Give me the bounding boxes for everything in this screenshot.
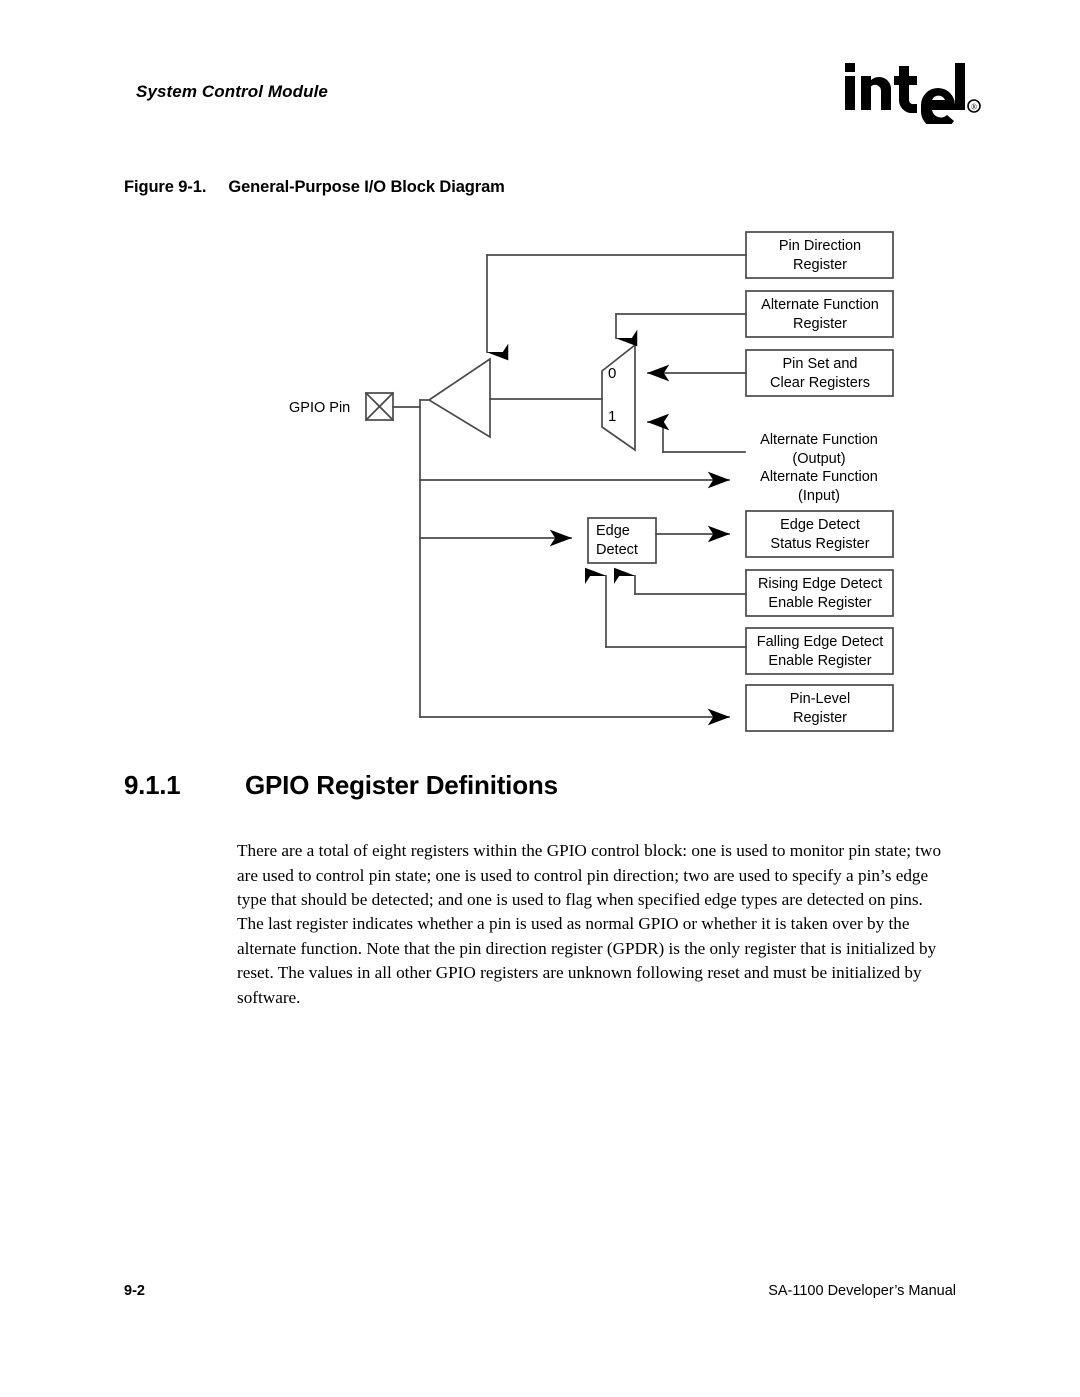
figure-title: General-Purpose I/O Block Diagram xyxy=(228,178,505,196)
pin-level-register-label: Pin-Level Register xyxy=(790,691,850,726)
header-title: System Control Module xyxy=(136,82,328,101)
svg-text:(Output): (Output) xyxy=(792,451,845,467)
svg-text:Enable Register: Enable Register xyxy=(768,653,871,669)
body-paragraph: There are a total of eight registers wit… xyxy=(237,841,942,1007)
pin-direction-register-label: Pin Direction Register xyxy=(779,238,861,273)
figure-number: Figure 9-1. xyxy=(124,178,207,196)
section-title: GPIO Register Definitions xyxy=(245,770,558,800)
intel-logo: ® xyxy=(843,58,983,124)
rising-edge-detect-enable-register-label: Rising Edge Detect Enable Register xyxy=(758,576,882,611)
gpio-pin-label: GPIO Pin xyxy=(289,400,350,416)
mux-input-0-label: 0 xyxy=(608,365,616,382)
svg-text:Status Register: Status Register xyxy=(770,536,869,552)
edge-detect-status-register-label: Edge Detect Status Register xyxy=(770,517,869,552)
footer-manual-title: SA-1100 Developer’s Manual xyxy=(768,1283,956,1299)
pin-set-and-clear-registers-label: Pin Set and Clear Registers xyxy=(770,356,870,391)
svg-text:Register: Register xyxy=(793,257,847,273)
svg-text:Pin Set and: Pin Set and xyxy=(783,356,858,372)
svg-text:Alternate Function: Alternate Function xyxy=(761,297,879,313)
svg-text:Alternate Function: Alternate Function xyxy=(760,469,878,485)
svg-text:Clear Registers: Clear Registers xyxy=(770,375,870,391)
alternate-function-output-label: Alternate Function (Output) xyxy=(760,432,878,467)
svg-text:Enable Register: Enable Register xyxy=(768,595,871,611)
alternate-function-register-label: Alternate Function Register xyxy=(761,297,879,332)
running-header: System Control Module xyxy=(136,82,956,122)
page-footer: 9-2 SA-1100 Developer’s Manual xyxy=(0,1283,1080,1307)
svg-text:Edge: Edge xyxy=(596,523,630,539)
svg-text:(Input): (Input) xyxy=(798,488,840,504)
register-box-labels: Pin Direction Register Alternate Functio… xyxy=(757,238,884,726)
svg-text:Edge Detect: Edge Detect xyxy=(780,517,860,533)
mux-input-1-label: 1 xyxy=(608,408,616,425)
registered-trademark-symbol: ® xyxy=(971,103,977,112)
footer-page-number: 9-2 xyxy=(124,1283,145,1299)
svg-text:Register: Register xyxy=(793,710,847,726)
svg-text:Pin-Level: Pin-Level xyxy=(790,691,850,707)
gpio-block-diagram: GPIO Pin 0 1 Edge Detect Pin Direction R… xyxy=(0,0,1080,1397)
svg-text:Pin Direction: Pin Direction xyxy=(779,238,861,254)
section-number: 9.1.1 xyxy=(124,770,181,800)
falling-edge-detect-enable-register-label: Falling Edge Detect Enable Register xyxy=(757,634,884,669)
svg-text:Rising Edge Detect: Rising Edge Detect xyxy=(758,576,882,592)
svg-text:Register: Register xyxy=(793,316,847,332)
svg-text:Alternate Function: Alternate Function xyxy=(760,432,878,448)
svg-text:Falling Edge Detect: Falling Edge Detect xyxy=(757,634,884,650)
figure-caption: Figure 9-1. General-Purpose I/O Block Dia… xyxy=(124,178,505,197)
section-heading: 9.1.1 GPIO Register Definitions xyxy=(124,770,924,806)
edge-detect-block-label: Edge Detect xyxy=(596,523,638,558)
svg-text:Detect: Detect xyxy=(596,542,638,558)
alternate-function-input-label: Alternate Function (Input) xyxy=(760,469,878,504)
